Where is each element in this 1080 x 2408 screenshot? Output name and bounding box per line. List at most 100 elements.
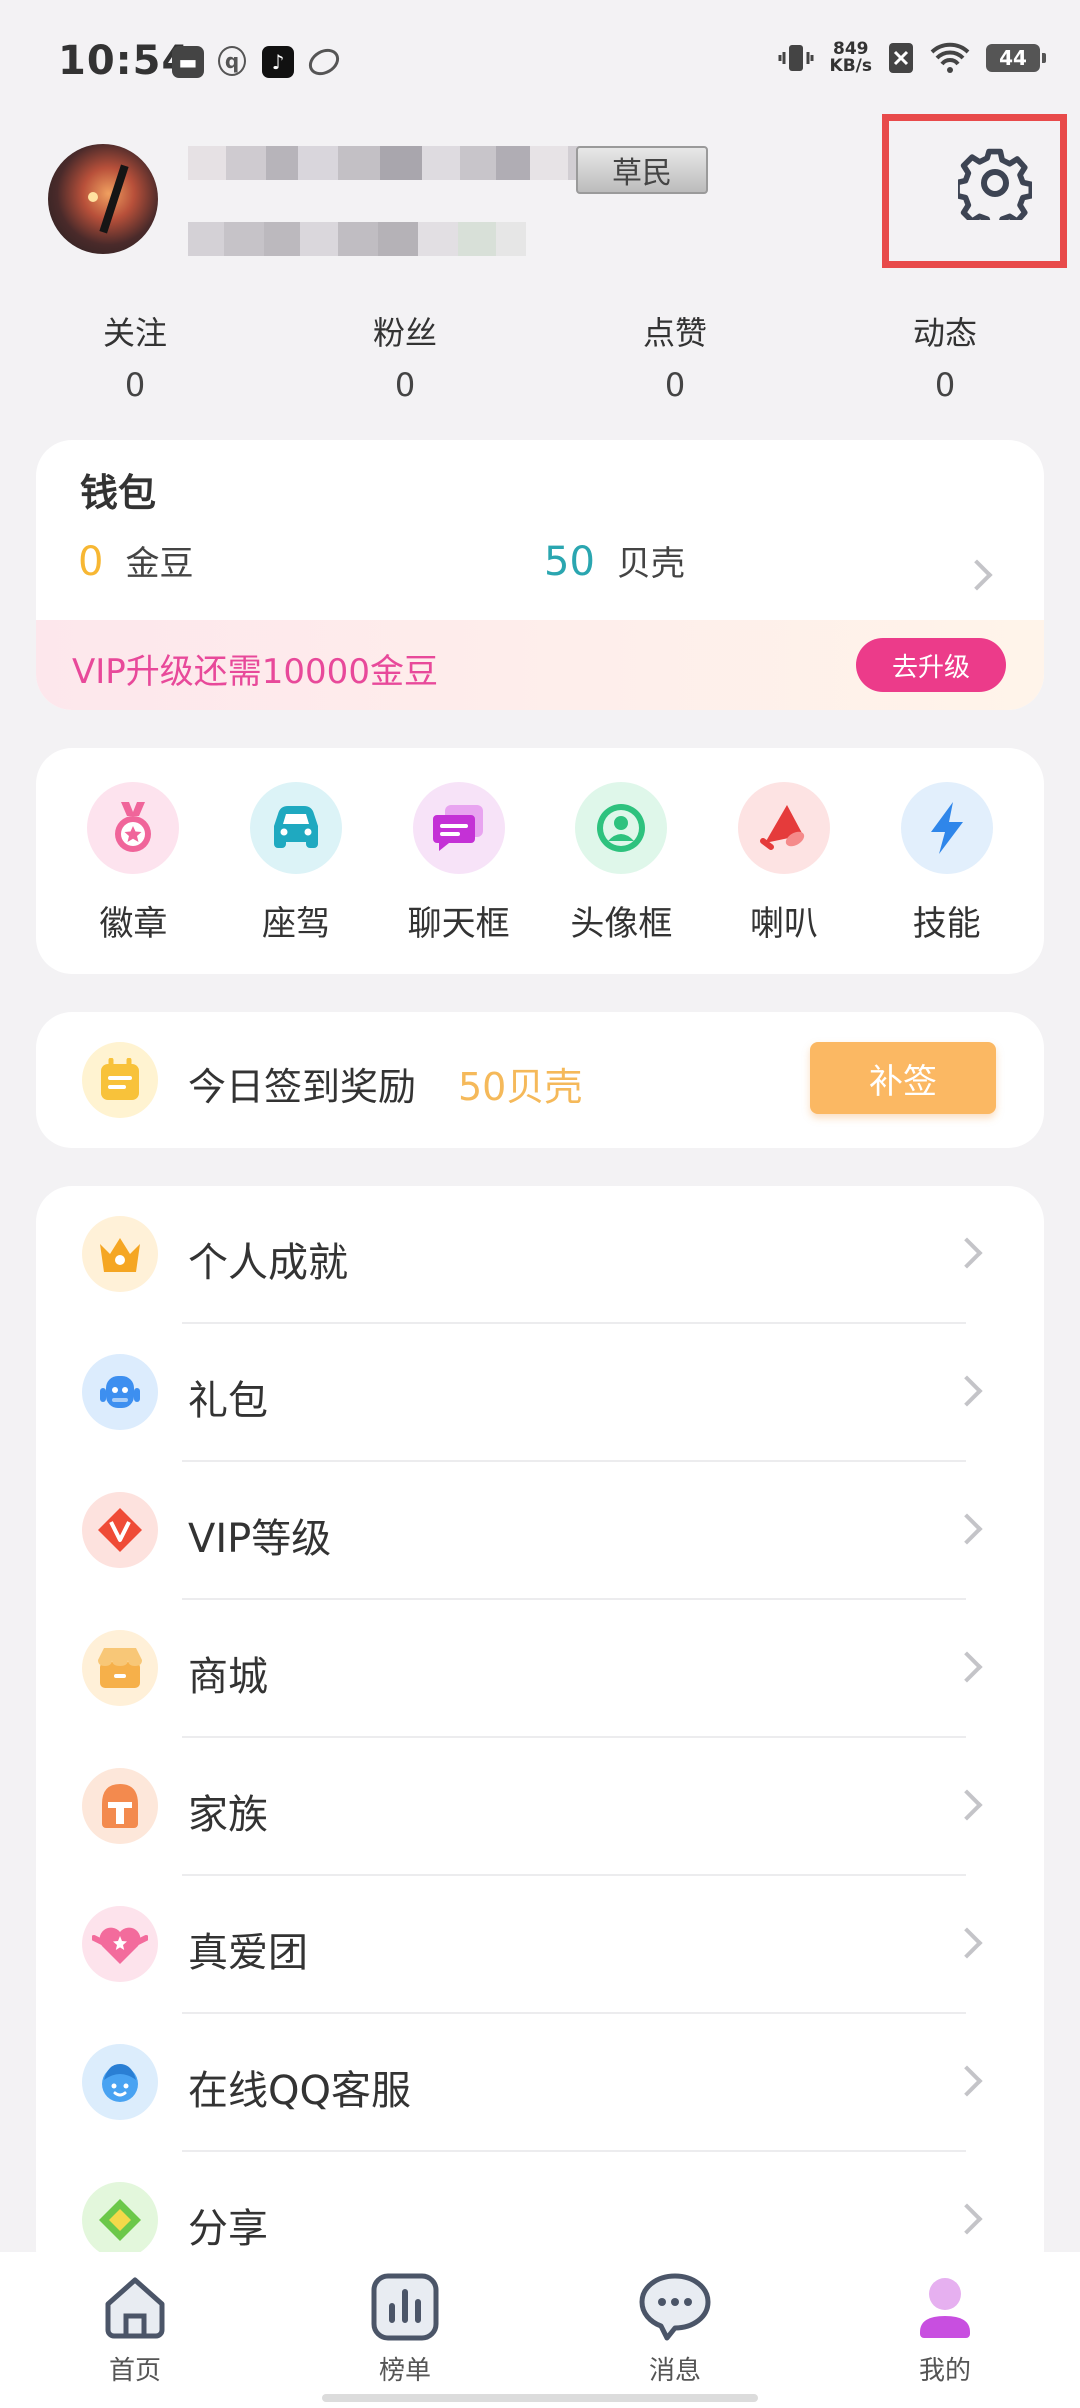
shortcut-label: 座驾 xyxy=(262,904,330,944)
shortcut-car[interactable]: 座驾 xyxy=(215,782,378,974)
shortcut-label: 徽章 xyxy=(99,904,168,944)
vip-diamond-icon xyxy=(98,1508,142,1552)
shell-balance: 50 贝壳 xyxy=(544,536,685,585)
nav-label: 我的 xyxy=(918,2356,971,2386)
stat-value: 0 xyxy=(664,366,686,404)
gold-balance: 0 金豆 xyxy=(78,536,193,585)
qq-icon: q xyxy=(218,46,246,76)
menu-item-qq-service[interactable]: 在线QQ客服 xyxy=(36,2014,1044,2152)
lightning-icon xyxy=(930,802,963,854)
horn-icon xyxy=(760,805,805,850)
stat-label: 动态 xyxy=(912,314,977,352)
car-icon xyxy=(274,806,318,848)
chevron-right-icon xyxy=(951,1237,983,1269)
menu-item-label: 商城 xyxy=(188,1654,268,1700)
calendar-icon xyxy=(82,1042,158,1118)
wallet-title: 钱包 xyxy=(80,471,157,515)
stat-following[interactable]: 关注 0 xyxy=(0,308,270,404)
wallet-card[interactable]: 钱包 0 金豆 50 贝壳 VIP升级还需10000金豆 去升级 xyxy=(36,440,1044,710)
system-status: 849 KB/s 44 xyxy=(778,39,1046,76)
tiktok-icon: ♪ xyxy=(262,46,294,78)
nav-label: 榜单 xyxy=(378,2356,431,2386)
chevron-right-icon xyxy=(951,2203,983,2235)
shell-value: 50 xyxy=(544,539,595,585)
upgrade-button[interactable]: 去升级 xyxy=(856,638,1006,692)
shell-unit: 贝壳 xyxy=(616,544,685,584)
stat-label: 点赞 xyxy=(642,314,707,352)
chevron-right-icon xyxy=(951,1651,983,1683)
shortcut-label: 技能 xyxy=(912,904,981,944)
shortcut-label: 头像框 xyxy=(570,904,673,944)
nav-ranking[interactable]: 榜单 xyxy=(270,2252,540,2408)
home-indicator xyxy=(322,2394,758,2402)
stat-fans[interactable]: 粉丝 0 xyxy=(270,308,540,404)
heart-icon xyxy=(92,1927,148,1964)
shortcut-badge[interactable]: 徽章 xyxy=(52,782,215,974)
stat-value: 0 xyxy=(394,366,416,404)
nav-profile[interactable]: 我的 xyxy=(810,2252,1080,2408)
stats-row: 关注 0 粉丝 0 点赞 0 动态 0 xyxy=(0,308,1080,404)
profile-icon xyxy=(920,2278,970,2338)
shortcut-horn[interactable]: 喇叭 xyxy=(703,782,866,974)
badge-icon xyxy=(115,802,152,852)
menu-item-label: 在线QQ客服 xyxy=(188,2068,411,2114)
stat-label: 粉丝 xyxy=(372,314,437,352)
status-time: 10:54 xyxy=(58,38,191,84)
message-icon: ▬ xyxy=(172,46,204,78)
menu-item-label: 家族 xyxy=(188,1792,268,1838)
shortcut-chat-frame[interactable]: 聊天框 xyxy=(377,782,540,974)
menu-item-family[interactable]: 家族 xyxy=(36,1738,1044,1876)
makeup-checkin-button[interactable]: 补签 xyxy=(810,1042,996,1114)
network-speed: 849 KB/s xyxy=(829,39,872,76)
shortcut-avatar-frame[interactable]: 头像框 xyxy=(540,782,703,974)
stat-posts[interactable]: 动态 0 xyxy=(810,308,1080,404)
helmet-icon xyxy=(102,1784,138,1828)
shortcuts-card: 徽章 座驾 聊天框 头像框 喇叭 技能 xyxy=(36,748,1044,974)
share-icon xyxy=(99,2199,141,2241)
menu-item-shop[interactable]: 商城 xyxy=(36,1600,1044,1738)
sim-off-icon xyxy=(889,43,913,73)
chat-frame-icon xyxy=(432,805,483,851)
menu-item-label: 礼包 xyxy=(188,1378,268,1424)
vibrate-icon xyxy=(778,45,814,71)
user-id-blurred xyxy=(188,222,526,256)
nav-home[interactable]: 首页 xyxy=(0,2252,270,2408)
checkin-reward: 50贝壳 xyxy=(458,1065,583,1109)
stat-label: 关注 xyxy=(102,314,167,352)
chevron-right-icon xyxy=(951,1513,983,1545)
menu-item-true-love-group[interactable]: 真爱团 xyxy=(36,1876,1044,2014)
gold-value: 0 xyxy=(78,539,104,585)
crown-icon xyxy=(100,1238,140,1272)
shortcut-skill[interactable]: 技能 xyxy=(865,782,1028,974)
robot-icon xyxy=(100,1376,140,1408)
gear-icon[interactable] xyxy=(958,146,1032,220)
shop-icon xyxy=(98,1648,142,1688)
shortcut-label: 喇叭 xyxy=(750,904,819,944)
service-icon xyxy=(102,2064,138,2102)
nav-messages[interactable]: 消息 xyxy=(540,2252,810,2408)
home-icon xyxy=(105,2277,165,2339)
avatar-frame-icon xyxy=(597,804,646,852)
menu-item-achievements[interactable]: 个人成就 xyxy=(36,1186,1044,1324)
stat-value: 0 xyxy=(934,366,956,404)
rank-badge: 草民 xyxy=(576,146,708,194)
chevron-right-icon xyxy=(961,559,993,591)
stat-likes[interactable]: 点赞 0 xyxy=(540,308,810,404)
chevron-right-icon xyxy=(951,2065,983,2097)
menu-item-label: VIP等级 xyxy=(188,1516,332,1562)
shortcut-label: 聊天框 xyxy=(407,904,510,944)
menu-item-gift-pack[interactable]: 礼包 xyxy=(36,1324,1044,1462)
checkin-text: 今日签到奖励 xyxy=(188,1065,417,1109)
status-bar: 10:54 ▬ q ♪ 849 KB/s 44 xyxy=(0,0,1080,130)
nav-label: 首页 xyxy=(108,2356,161,2386)
app-icon xyxy=(304,43,344,81)
chevron-right-icon xyxy=(951,1927,983,1959)
checkin-card: 今日签到奖励 50贝壳 补签 xyxy=(36,1012,1044,1148)
gold-unit: 金豆 xyxy=(125,544,194,584)
vip-upgrade-text: VIP升级还需10000金豆 xyxy=(72,652,438,692)
menu-item-vip-level[interactable]: VIP等级 xyxy=(36,1462,1044,1600)
avatar[interactable] xyxy=(48,144,158,254)
wifi-icon xyxy=(930,42,970,73)
battery-icon: 44 xyxy=(986,44,1046,72)
chevron-right-icon xyxy=(951,1375,983,1407)
